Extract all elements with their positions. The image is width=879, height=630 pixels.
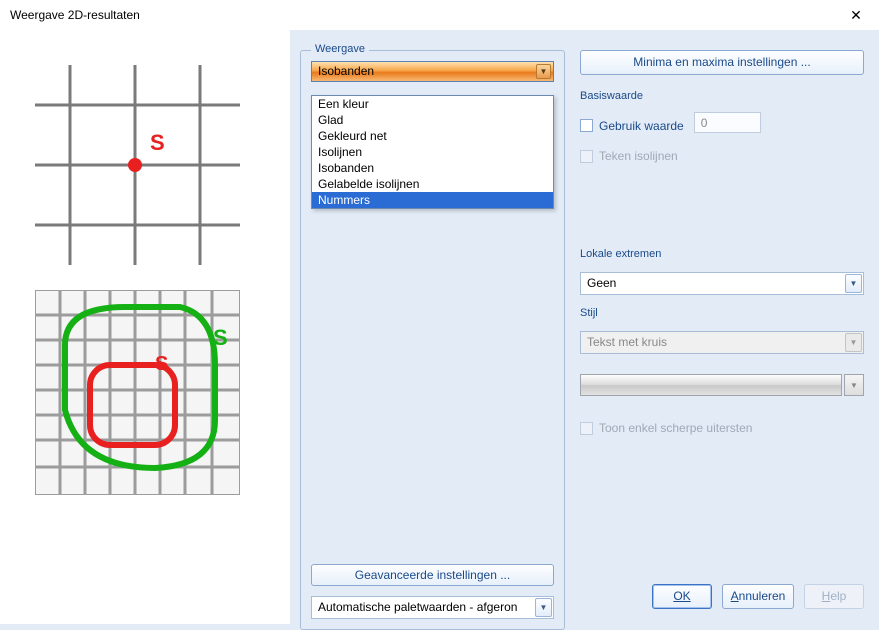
ok-button[interactable]: OK <box>652 584 712 609</box>
checkbox-icon <box>580 119 593 132</box>
checkbox-icon <box>580 150 593 163</box>
chevron-down-icon: ▼ <box>535 598 552 617</box>
gradient-dropdown-button: ▼ <box>844 374 864 396</box>
toon-scherpe-label: Toon enkel scherpe uitersten <box>599 421 752 435</box>
weergave-legend: Weergave <box>311 43 369 55</box>
weergave-dropdown[interactable]: Een kleurGladGekleurd netIsolijnenIsoban… <box>311 95 554 209</box>
toon-scherpe-checkbox: Toon enkel scherpe uitersten <box>580 421 864 435</box>
chevron-down-icon: ▼ <box>536 64 551 79</box>
weergave-option[interactable]: Isobanden <box>312 160 553 176</box>
lokale-extremen-label: Lokale extremen <box>580 248 864 260</box>
weergave-option[interactable]: Een kleur <box>312 96 553 112</box>
weergave-option[interactable]: Nummers <box>312 192 553 208</box>
help-button: Help <box>804 584 864 609</box>
preview-panel: S S S <box>0 30 290 624</box>
s-label: S <box>150 130 165 155</box>
advanced-settings-button[interactable]: Geavanceerde instellingen ... <box>311 564 554 586</box>
basiswaarde-label: Basiswaarde <box>580 90 864 102</box>
lokale-extremen-combo[interactable]: Geen ▼ <box>580 272 864 295</box>
palette-combo-value: Automatische paletwaarden - afgeron <box>318 600 517 614</box>
checkbox-icon <box>580 422 593 435</box>
weergave-combo-value: Isobanden <box>318 64 374 78</box>
stijl-label: Stijl <box>580 307 864 319</box>
weergave-option[interactable]: Gekleurd net <box>312 128 553 144</box>
weergave-option[interactable]: Isolijnen <box>312 144 553 160</box>
chevron-down-icon: ▼ <box>845 333 862 352</box>
minmax-settings-button[interactable]: Minima en maxima instellingen ... <box>580 50 864 75</box>
titlebar: Weergave 2D-resultaten ✕ <box>0 0 879 30</box>
stijl-combo: Tekst met kruis ▼ <box>580 331 864 354</box>
cancel-button[interactable]: Annuleren <box>722 584 794 609</box>
teken-isolijnen-checkbox: Teken isolijnen <box>580 149 864 163</box>
weergave-combo[interactable]: Isobanden ▼ <box>311 61 554 82</box>
stijl-value: Tekst met kruis <box>587 335 667 349</box>
basiswaarde-input[interactable] <box>694 112 761 133</box>
gebruik-waarde-checkbox[interactable]: Gebruik waarde <box>580 119 684 133</box>
svg-text:S: S <box>213 325 228 350</box>
teken-isolijnen-label: Teken isolijnen <box>599 149 678 163</box>
weergave-option[interactable]: Gelabelde isolijnen <box>312 176 553 192</box>
palette-combo[interactable]: Automatische paletwaarden - afgeron ▼ <box>311 596 554 619</box>
settings-area: Weergave Isobanden ▼ Een kleurGladGekleu… <box>290 30 879 624</box>
window-title: Weergave 2D-resultaten <box>8 8 140 22</box>
dialog-buttons: OK Annuleren Help <box>652 584 864 609</box>
weergave-group: Weergave Isobanden ▼ Een kleurGladGekleu… <box>300 50 565 630</box>
close-icon[interactable]: ✕ <box>841 7 871 24</box>
weergave-option[interactable]: Glad <box>312 112 553 128</box>
color-gradient-preview <box>580 374 842 396</box>
preview-grid-contours: S S <box>35 290 240 495</box>
svg-text:S: S <box>155 353 168 375</box>
right-column: Minima en maxima instellingen ... Basisw… <box>580 50 869 614</box>
chevron-down-icon: ▼ <box>845 274 862 293</box>
preview-grid-point: S <box>35 65 240 265</box>
gebruik-waarde-label: Gebruik waarde <box>599 119 684 133</box>
lokale-extremen-value: Geen <box>587 276 616 290</box>
